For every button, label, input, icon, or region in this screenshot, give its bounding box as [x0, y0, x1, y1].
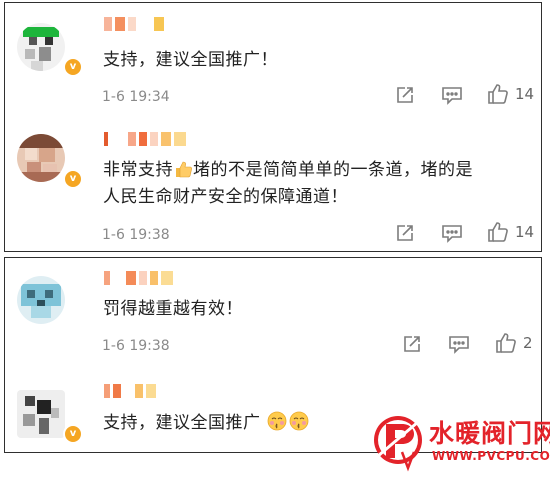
like-button[interactable]: 2 [495, 332, 533, 354]
comment-text: 支持，建议全国推广 [103, 410, 310, 437]
comment-text: 罚得越重越有效！ [103, 299, 243, 319]
comment-item: v 支持，建议全国推广！ 1-6 19:34 14 [5, 3, 541, 121]
username-mosaic[interactable] [104, 132, 186, 146]
avatar[interactable] [17, 134, 65, 182]
comment-text-part: 人民生命财产安全的保障通道！ [103, 187, 348, 207]
comment-time: 1-6 19:38 [102, 338, 170, 354]
share-icon[interactable] [395, 223, 415, 243]
thumbs-up-icon [488, 84, 508, 104]
comment-icon[interactable] [441, 85, 463, 105]
comment-time: 1-6 19:38 [102, 227, 170, 243]
comment-item: v 非常支持 堵的不是简简单单的一条道，堵的是 人民生命财产安全的保障通道！ 1-… [5, 121, 541, 253]
thumbs-up-emoji-icon [176, 161, 192, 178]
verified-badge-icon: v [63, 424, 83, 444]
comment-text: 支持，建议全国推广！ [103, 50, 278, 70]
avatar[interactable] [17, 23, 65, 71]
kiss-emoji-icon [290, 411, 309, 431]
username-mosaic[interactable] [104, 17, 164, 31]
comment-text-part: 支持，建议全国推广 [103, 413, 261, 433]
username-mosaic[interactable] [104, 271, 173, 285]
comment-panel-1: v 支持，建议全国推广！ 1-6 19:34 14 v 非常支持 堵的不是简简单… [4, 2, 542, 252]
comment-text-part: 堵的不是简简单单的一条道，堵的是 [193, 160, 473, 180]
like-button[interactable]: 14 [487, 221, 534, 243]
like-button[interactable]: 14 [487, 83, 534, 105]
comment-item: 罚得越重越有效！ 1-6 19:38 2 [5, 258, 541, 368]
avatar[interactable] [17, 390, 65, 438]
share-icon[interactable] [402, 334, 422, 354]
kiss-emoji-icon [268, 411, 287, 431]
avatar[interactable] [17, 276, 65, 324]
like-count: 14 [515, 223, 535, 241]
verified-badge-icon: v [63, 169, 83, 189]
like-count: 2 [523, 334, 533, 352]
comment-icon[interactable] [448, 334, 470, 354]
comment-icon[interactable] [441, 223, 463, 243]
comment-text-part: 非常支持 [103, 160, 173, 180]
watermark-logo-icon [374, 416, 422, 472]
watermark: 水暖阀门网 WWW.PVCPU.COM [372, 410, 550, 477]
watermark-url: WWW.PVCPU.COM [432, 449, 550, 463]
username-mosaic[interactable] [104, 384, 156, 398]
comment-time: 1-6 19:34 [102, 89, 170, 105]
comment-text: 非常支持 堵的不是简简单单的一条道，堵的是 人民生命财产安全的保障通道！ [103, 157, 473, 211]
like-count: 14 [515, 85, 535, 103]
watermark-title: 水暖阀门网 [429, 419, 550, 448]
verified-badge-icon: v [63, 57, 83, 77]
thumbs-up-icon [496, 333, 516, 353]
share-icon[interactable] [395, 85, 415, 105]
thumbs-up-icon [488, 222, 508, 242]
